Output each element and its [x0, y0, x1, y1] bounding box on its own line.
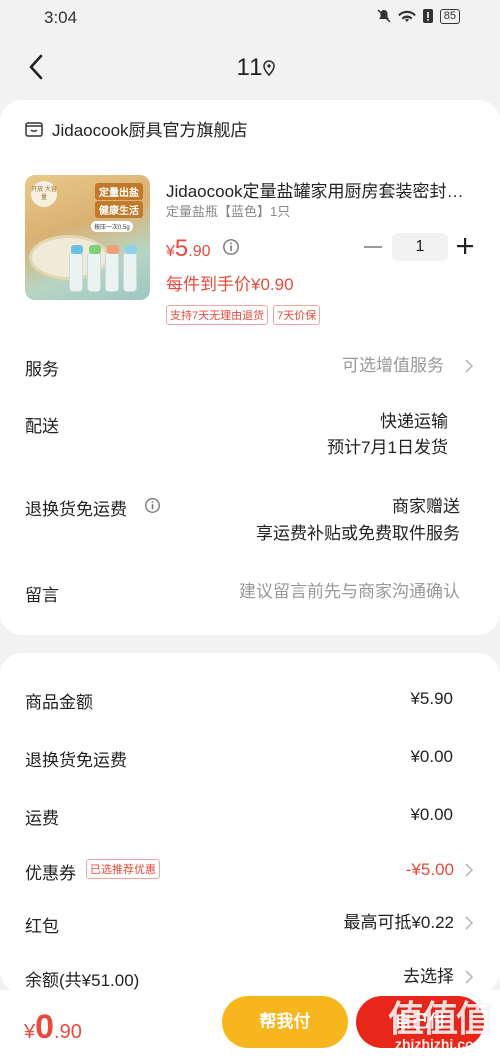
- shop-icon: [25, 121, 43, 137]
- goods-amount-label: 商品金额: [25, 693, 93, 712]
- product-image[interactable]: 开放 大容量 定量出盐 健康生活 按压一次0.5g: [25, 175, 150, 300]
- shop-name: Jidaocook厨具官方旗舰店: [52, 121, 248, 140]
- delivery-method: 快递运输: [380, 412, 448, 431]
- shop-header[interactable]: Jidaocook厨具官方旗舰店: [24, 116, 248, 141]
- product-title[interactable]: Jidaocook定量盐罐家用厨房套装密封防潮: [166, 177, 470, 202]
- status-time: 3:04: [44, 8, 78, 27]
- delivery-label: 配送: [25, 417, 59, 436]
- product-image-bottle: [105, 245, 119, 292]
- total-integer: 0: [35, 1008, 55, 1046]
- red-packet-value[interactable]: 最高可抵¥0.22: [343, 910, 454, 936]
- tag-price-protection: 7天价保: [273, 305, 321, 325]
- mute-icon: [377, 9, 391, 23]
- wifi-icon: [397, 10, 416, 22]
- product-image-badge: 开放 大容量: [31, 181, 57, 207]
- chevron-right-icon[interactable]: [464, 862, 474, 878]
- product-image-text-1: 定量出盐: [95, 183, 143, 200]
- balance-label: 余额(共¥51.00): [25, 971, 140, 990]
- message-input[interactable]: 建议留言前先与商家沟通确认: [239, 579, 460, 605]
- return-fee-detail: 享运费补贴或免费取件服务: [256, 524, 460, 543]
- price-decimal: .90: [188, 243, 211, 260]
- status-icons: 85: [376, 8, 460, 24]
- chevron-right-icon[interactable]: [464, 358, 474, 374]
- page-title: 11: [236, 54, 264, 81]
- goods-amount-value: ¥5.90: [410, 689, 453, 708]
- coupon-value[interactable]: -¥5.00: [406, 857, 454, 883]
- alert-icon: [422, 9, 433, 23]
- product-image-bottle: [87, 245, 101, 292]
- return-fee-info-icon[interactable]: [144, 497, 161, 514]
- shipping-label: 运费: [25, 809, 59, 828]
- summary-return-fee-label: 退换货免运费: [25, 751, 127, 770]
- quantity-increase-icon[interactable]: [456, 237, 474, 255]
- total-price: ¥0.90: [24, 1008, 82, 1047]
- info-icon[interactable]: [222, 238, 240, 256]
- red-packet-label: 红包: [25, 917, 59, 936]
- per-item-price: 每件到手价¥0.90: [166, 275, 294, 294]
- chevron-right-icon[interactable]: [464, 969, 474, 985]
- quantity-decrease-icon[interactable]: [364, 246, 382, 248]
- checkout-bar: ¥0.90 帮我付 自己付: [0, 990, 500, 1056]
- product-image-bottle: [123, 245, 137, 292]
- total-symbol: ¥: [24, 1021, 36, 1043]
- price-symbol: ¥: [166, 243, 175, 260]
- service-label: 服务: [25, 360, 59, 379]
- summary-return-fee-value: ¥0.00: [410, 747, 453, 766]
- status-bar: 3:04 85: [0, 0, 500, 36]
- coupon-label: 优惠券: [25, 864, 76, 883]
- price-integer: 5: [174, 235, 189, 262]
- help-pay-button[interactable]: 帮我付: [222, 996, 348, 1048]
- coupon-badge: 已选推荐优惠: [86, 859, 160, 879]
- product-image-text-3: 按压一次0.5g: [91, 221, 133, 232]
- self-pay-button[interactable]: 自己付: [356, 996, 484, 1048]
- product-tags: 支持7天无理由退货 7天价保: [166, 305, 321, 325]
- location-pin-icon[interactable]: [262, 60, 276, 76]
- product-price: ¥5.90: [166, 235, 211, 263]
- total-decimal: .90: [54, 1021, 82, 1043]
- quantity-stepper[interactable]: 1: [392, 233, 448, 261]
- top-nav: 11: [0, 40, 500, 96]
- product-spec[interactable]: 定量盐瓶【蓝色】1只: [166, 201, 290, 220]
- shipping-value: ¥0.00: [410, 805, 453, 824]
- order-item-card: Jidaocook厨具官方旗舰店 开放 大容量 定量出盐 健康生活 按压一次0.…: [0, 100, 500, 635]
- service-value[interactable]: 可选增值服务: [342, 353, 444, 379]
- product-image-bottle: [69, 245, 83, 292]
- price-summary-card: 商品金额 ¥5.90 退换货免运费 ¥0.00 运费 ¥0.00 优惠券 已选推…: [0, 653, 500, 993]
- return-fee-label: 退换货免运费: [25, 500, 127, 519]
- delivery-date: 预计7月1日发货: [327, 438, 448, 457]
- balance-value[interactable]: 去选择: [403, 964, 454, 990]
- return-fee-provider: 商家赠送: [392, 497, 460, 516]
- message-label: 留言: [25, 586, 59, 605]
- battery-indicator: 85: [439, 8, 460, 24]
- chevron-right-icon[interactable]: [464, 915, 474, 931]
- product-image-text-2: 健康生活: [95, 201, 143, 218]
- tag-return-policy: 支持7天无理由退货: [166, 305, 269, 325]
